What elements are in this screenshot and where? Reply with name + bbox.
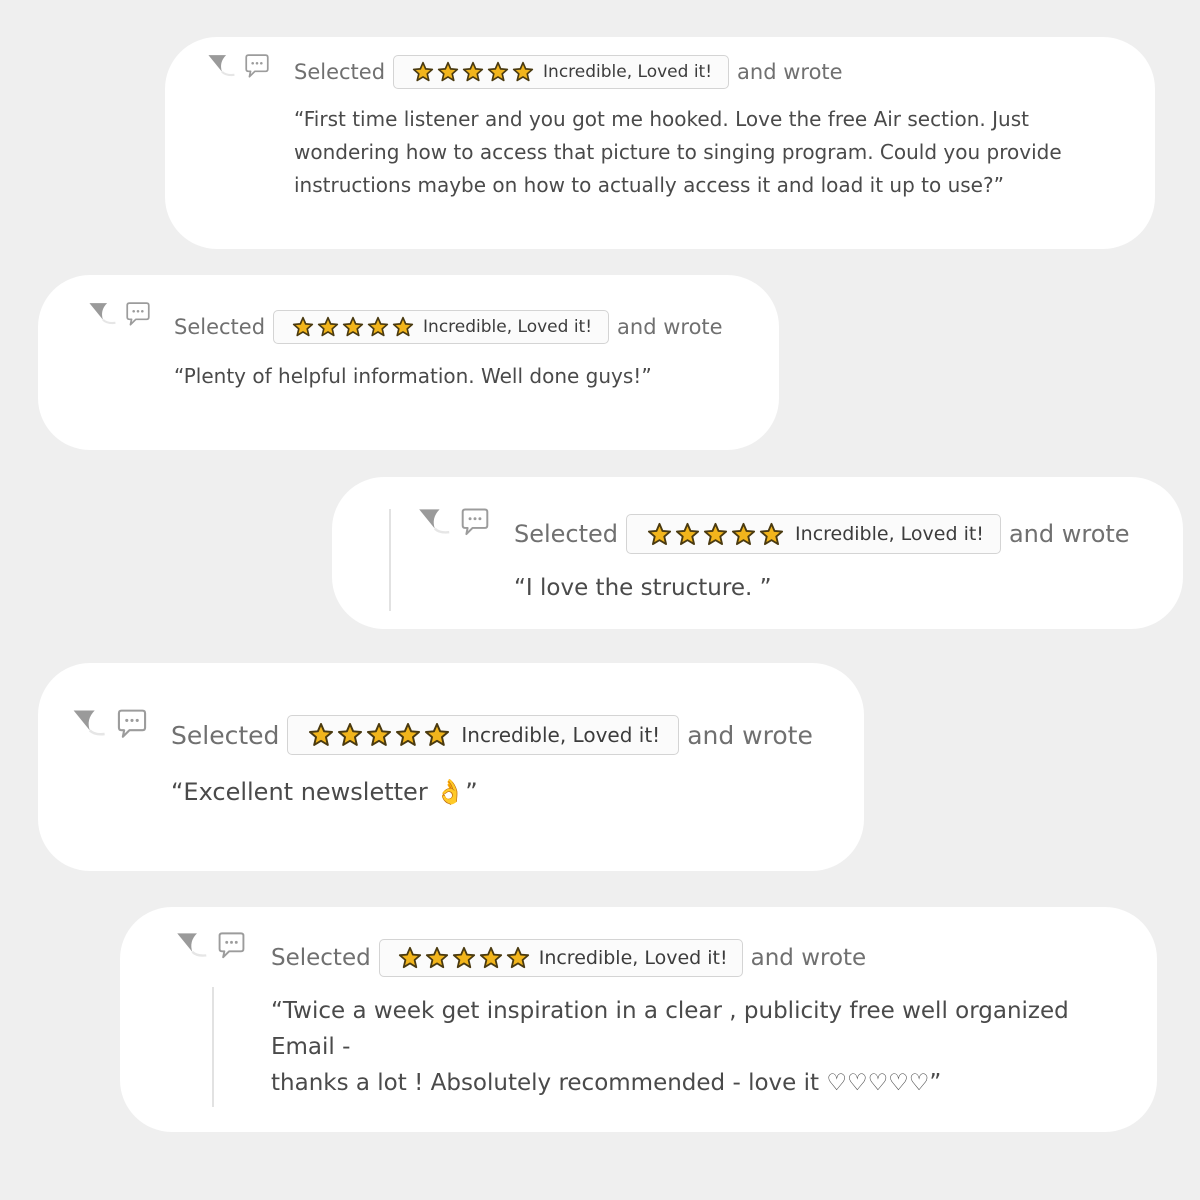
star-rating [308,722,453,748]
rating-label: Incredible, Loved it! [543,62,713,82]
star-icon [437,61,459,83]
review-text: “Excellent newsletter 👌” [171,778,478,806]
star-icon [703,522,728,547]
selected-label: Selected [514,520,619,548]
review-marks [207,53,271,81]
star-rating [647,522,787,547]
star-icon [412,61,434,83]
review-text: “First time listener and you got me hook… [294,107,1062,197]
rating-label: Incredible, Loved it! [795,523,984,545]
rating-row: Selected Incredible, Loved it! and wrote [174,310,723,344]
rating-row: Selected Incredible, Loved it! and wrote [271,939,866,977]
wrote-label: and wrote [737,60,843,84]
review-card: Selected Incredible, Loved it! and wrote… [165,37,1155,249]
thread-line [212,987,214,1107]
star-icon [675,522,700,547]
star-icon [337,722,363,748]
star-icon [317,316,339,338]
review-text: “I love the structure. ” [514,575,772,601]
flag-icon[interactable] [176,931,211,960]
star-rating [412,61,537,83]
star-icon [366,722,392,748]
star-icon [487,61,509,83]
star-rating [398,946,533,970]
star-icon [512,61,534,83]
wrote-label: and wrote [1008,520,1130,548]
star-icon [395,722,421,748]
star-icon [731,522,756,547]
speech-bubble-icon[interactable] [124,301,152,329]
speech-bubble-icon[interactable] [115,708,149,742]
star-icon [342,316,364,338]
rating-row: Selected Incredible, Loved it! and wrote [171,715,813,755]
rating-badge: Incredible, Loved it! [393,55,730,89]
selected-label: Selected [271,945,371,971]
review-marks [176,931,247,962]
wrote-label: and wrote [750,945,867,971]
star-rating [292,316,417,338]
flag-icon[interactable] [207,53,239,79]
star-icon [479,946,503,970]
thread-line [389,509,391,611]
star-icon [506,946,530,970]
selected-label: Selected [171,720,280,750]
star-icon [308,722,334,748]
flag-icon[interactable] [72,708,110,739]
star-icon [292,316,314,338]
review-text: “Plenty of helpful information. Well don… [174,364,652,388]
rating-badge: Incredible, Loved it! [626,514,1001,554]
review-card: Selected Incredible, Loved it! and wrote… [332,477,1183,629]
star-icon [647,522,672,547]
review-text: “Twice a week get inspiration in a clear… [271,998,1069,1096]
star-icon [759,522,784,547]
review-marks [418,507,491,539]
review-card: Selected Incredible, Loved it! and wrote… [38,663,864,871]
star-icon [398,946,422,970]
rating-row: Selected Incredible, Loved it! and wrote [514,514,1130,554]
rating-badge: Incredible, Loved it! [378,939,743,977]
speech-bubble-icon[interactable] [216,931,247,962]
star-icon [452,946,476,970]
review-card: Selected Incredible, Loved it! and wrote… [38,275,779,450]
star-icon [425,946,449,970]
flag-icon[interactable] [418,507,454,537]
star-icon [367,316,389,338]
rating-label: Incredible, Loved it! [423,317,593,337]
star-icon [424,722,450,748]
flag-icon[interactable] [88,301,120,327]
speech-bubble-icon[interactable] [243,53,271,81]
star-icon [392,316,414,338]
rating-badge: Incredible, Loved it! [273,310,610,344]
rating-label: Incredible, Loved it! [461,723,661,747]
review-card: Selected Incredible, Loved it! and wrote… [120,907,1157,1132]
wrote-label: and wrote [687,720,813,750]
selected-label: Selected [174,315,266,339]
wrote-label: and wrote [617,315,723,339]
rating-row: Selected Incredible, Loved it! and wrote [294,54,843,90]
rating-badge: Incredible, Loved it! [287,715,680,755]
speech-bubble-icon[interactable] [459,507,491,539]
review-marks [72,708,149,742]
review-marks [88,301,152,329]
selected-label: Selected [294,60,386,84]
rating-label: Incredible, Loved it! [538,947,728,969]
star-icon [462,61,484,83]
